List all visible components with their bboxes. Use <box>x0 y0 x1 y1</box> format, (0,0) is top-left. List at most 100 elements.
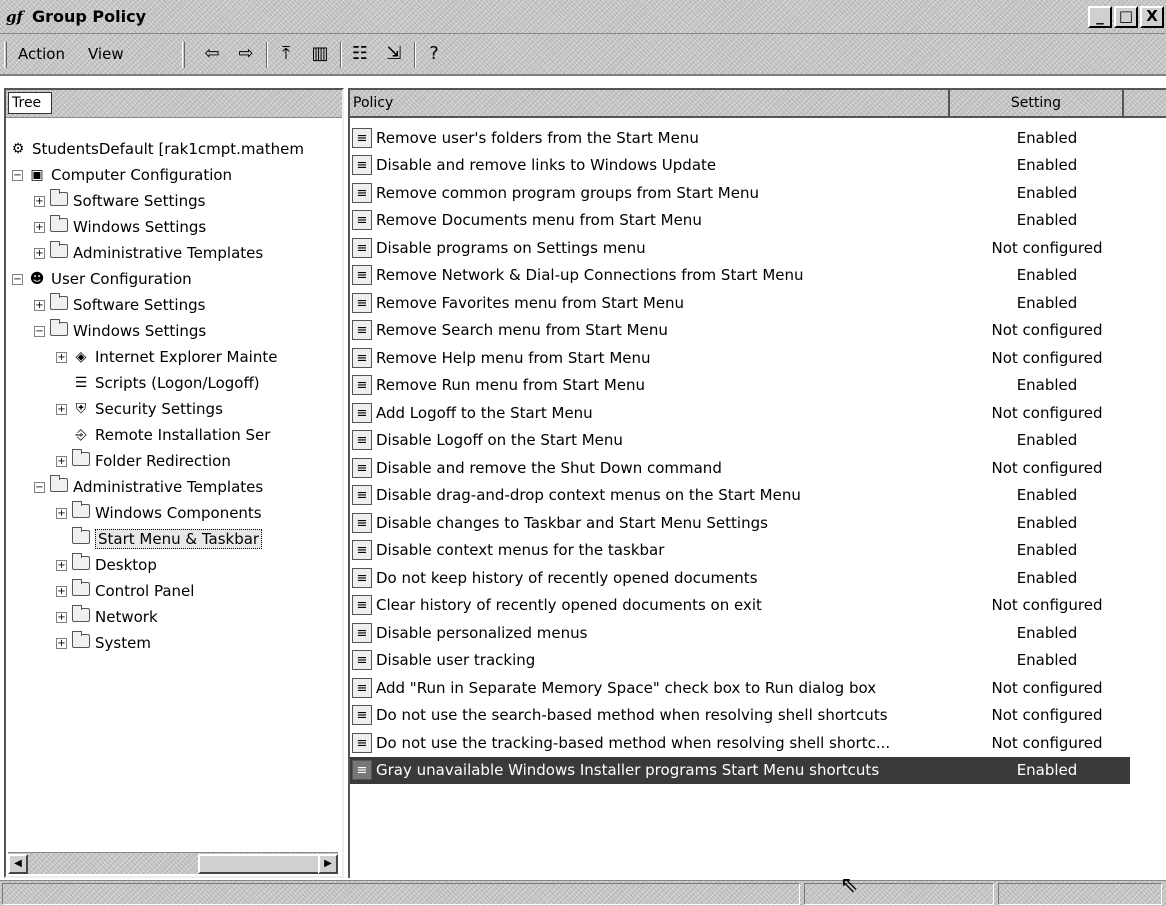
expand-icon[interactable]: + <box>56 507 67 519</box>
expand-icon[interactable]: + <box>56 351 67 363</box>
policy-name: Remove Run menu from Start Menu <box>376 376 646 394</box>
policy-row[interactable]: ≡ Disable personalized menus Enabled <box>350 619 1130 646</box>
policy-row[interactable]: ≡ Disable and remove links to Windows Upd… <box>350 152 1130 179</box>
title-bar[interactable]: gf Group Policy _ □ X <box>0 0 1166 34</box>
tree-node-control-panel[interactable]: + Control Panel <box>56 578 194 604</box>
properties-icon[interactable]: ☷ <box>346 42 374 68</box>
policy-row[interactable]: ≡ Remove Documents menu from Start Menu En… <box>350 207 1130 234</box>
tree-node-label: Software Settings <box>73 296 206 314</box>
tree-node-desktop[interactable]: + Desktop <box>56 552 157 578</box>
tree-node-network[interactable]: + Network <box>56 604 158 630</box>
tree-node-internet-explorer-maintenance[interactable]: + ◈ Internet Explorer Mainte <box>56 344 277 370</box>
up-folder-icon[interactable]: ⤒ <box>272 42 300 68</box>
tree-node-security-settings[interactable]: + ⛨ Security Settings <box>56 396 223 422</box>
tree-node-computer-configuration[interactable]: − ▣ Computer Configuration <box>12 162 232 188</box>
menu-action[interactable]: Action <box>18 45 65 63</box>
policy-row[interactable]: ≡ Disable Logoff on the Start Menu Enabled <box>350 427 1130 454</box>
column-header-setting[interactable]: Setting <box>950 90 1124 118</box>
tree-node-software-settings[interactable]: + Software Settings <box>34 292 205 318</box>
back-arrow-icon[interactable]: ⇦ <box>198 42 226 68</box>
tree-horizontal-scrollbar[interactable]: ◀ ▶ <box>8 852 338 874</box>
tree-node-administrative-templates[interactable]: − Administrative Templates <box>34 474 263 500</box>
policy-name: Disable context menus for the taskbar <box>376 541 665 559</box>
maximize-button[interactable]: □ <box>1114 6 1138 28</box>
policy-setting: Not configured <box>991 596 1103 614</box>
tree-node-windows-components[interactable]: + Windows Components <box>56 500 262 526</box>
menu-view[interactable]: View <box>88 45 124 63</box>
tree-node-folder-redirection[interactable]: + Folder Redirection <box>56 448 231 474</box>
tree-node-windows-settings[interactable]: − Windows Settings <box>34 318 206 344</box>
tree-node-user-configuration[interactable]: − ☻ User Configuration <box>12 266 192 292</box>
policy-row[interactable]: ≡ Disable and remove the Shut Down comman… <box>350 454 1130 481</box>
policy-row[interactable]: ≡ Gray unavailable Windows Installer prog… <box>350 756 1130 784</box>
export-list-icon[interactable]: ⇲ <box>380 42 408 68</box>
policy-row[interactable]: ≡ Disable changes to Taskbar and Start Me… <box>350 509 1130 536</box>
tree-node-administrative-templates[interactable]: + Administrative Templates <box>34 240 263 266</box>
policy-row[interactable]: ≡ Remove Search menu from Start Menu Not c… <box>350 317 1130 344</box>
scrollbar-thumb[interactable] <box>198 854 328 874</box>
tree-node-scripts[interactable]: ☰ Scripts (Logon/Logoff) <box>71 370 260 396</box>
policy-name: Remove Network & Dial-up Connections fro… <box>376 266 804 284</box>
expand-icon[interactable]: + <box>56 559 67 571</box>
collapse-icon[interactable]: − <box>12 273 23 285</box>
collapse-icon[interactable]: − <box>12 169 23 181</box>
policy-row[interactable]: ≡ Disable user tracking Enabled <box>350 647 1130 674</box>
collapse-icon[interactable]: − <box>34 481 45 493</box>
toolbar-grip[interactable] <box>4 42 7 68</box>
policy-row[interactable]: ≡ Remove Favorites menu from Start Menu En… <box>350 289 1130 316</box>
policy-row[interactable]: ≡ Do not use the search-based method when… <box>350 702 1130 729</box>
status-panel <box>2 883 800 905</box>
help-icon[interactable]: ? <box>420 42 448 68</box>
tree-node-label: Start Menu & Taskbar <box>95 529 263 549</box>
tree-node-root[interactable]: ⚙ StudentsDefault [rak1cmpt.mathem <box>8 136 304 162</box>
collapse-icon[interactable]: − <box>34 325 45 337</box>
tree-node-label: Folder Redirection <box>95 452 231 470</box>
tree-header: Tree <box>6 90 342 118</box>
policy-row[interactable]: ≡ Remove common program groups from Start… <box>350 179 1130 206</box>
tab-tree[interactable]: Tree <box>8 92 52 114</box>
policy-setting: Enabled <box>1016 266 1078 284</box>
column-header-extra[interactable] <box>1124 90 1166 118</box>
expand-icon[interactable]: + <box>34 247 45 259</box>
policy-row[interactable]: ≡ Remove Network & Dial-up Connections fr… <box>350 262 1130 289</box>
tree-node-windows-settings[interactable]: + Windows Settings <box>34 214 206 240</box>
policy-row[interactable]: ≡ Disable context menus for the taskbar En… <box>350 537 1130 564</box>
expand-icon[interactable]: + <box>56 611 67 623</box>
scroll-right-icon[interactable]: ▶ <box>318 854 338 874</box>
expand-icon[interactable]: + <box>56 455 67 467</box>
scroll-left-icon[interactable]: ◀ <box>8 854 28 874</box>
policy-setting: Not configured <box>991 321 1103 339</box>
minimize-button[interactable]: _ <box>1088 6 1112 28</box>
expand-icon[interactable]: + <box>34 195 45 207</box>
policy-row[interactable]: ≡ Add "Run in Separate Memory Space" chec… <box>350 674 1130 701</box>
policy-row[interactable]: ≡ Remove user's folders from the Start Me… <box>350 124 1130 151</box>
internet-explorer-icon: ◈ <box>75 349 87 365</box>
expand-icon[interactable]: + <box>56 637 67 649</box>
policy-row[interactable]: ≡ Disable drag-and-drop context menus on … <box>350 482 1130 509</box>
policy-row[interactable]: ≡ Do not use the tracking-based method wh… <box>350 729 1130 756</box>
policy-row[interactable]: ≡ Do not keep history of recently opened … <box>350 564 1130 591</box>
expand-icon[interactable]: + <box>34 299 45 311</box>
tree-view: ⚙ StudentsDefault [rak1cmpt.mathem − ▣ C… <box>6 124 342 842</box>
forward-arrow-icon[interactable]: ⇨ <box>232 42 260 68</box>
tree-node-system[interactable]: + System <box>56 630 151 656</box>
tree-node-remote-installation-services[interactable]: ⎆ Remote Installation Ser <box>71 422 270 448</box>
expand-icon[interactable]: + <box>56 403 67 415</box>
policy-row[interactable]: ≡ Disable programs on Settings menu Not co… <box>350 234 1130 261</box>
policy-row[interactable]: ≡ Add Logoff to the Start Menu Not configu… <box>350 399 1130 426</box>
policy-row[interactable]: ≡ Remove Run menu from Start Menu Enabled <box>350 372 1130 399</box>
column-header-policy[interactable]: Policy <box>350 90 950 118</box>
policy-setting: Enabled <box>1016 211 1078 229</box>
expand-icon[interactable]: + <box>34 221 45 233</box>
close-button[interactable]: X <box>1140 6 1164 28</box>
policy-setting-icon: ≡ <box>352 567 372 588</box>
show-hide-tree-icon[interactable]: ▥ <box>306 42 334 68</box>
policy-setting: Enabled <box>1016 431 1078 449</box>
expand-icon[interactable]: + <box>56 585 67 597</box>
policy-row[interactable]: ≡ Clear history of recently opened docume… <box>350 592 1130 619</box>
tree-node-start-menu-taskbar[interactable]: Start Menu & Taskbar <box>71 526 263 552</box>
tree-node-software-settings[interactable]: + Software Settings <box>34 188 205 214</box>
toolbar-grip[interactable] <box>182 42 185 68</box>
policy-setting: Enabled <box>1016 156 1078 174</box>
policy-row[interactable]: ≡ Remove Help menu from Start Menu Not con… <box>350 344 1130 371</box>
